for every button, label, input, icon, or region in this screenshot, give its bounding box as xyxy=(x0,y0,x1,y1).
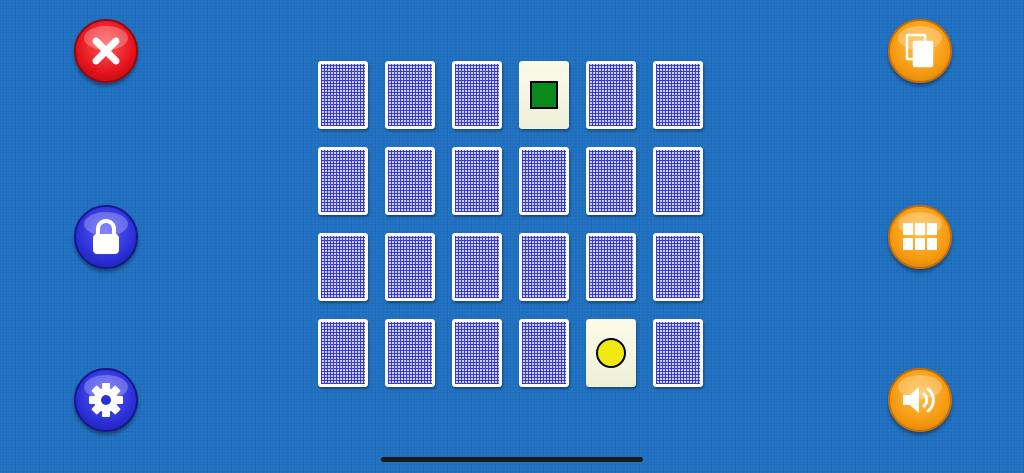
card-back-pattern xyxy=(589,150,633,212)
lock-icon xyxy=(93,219,119,254)
card-back-pattern xyxy=(321,150,365,212)
sound-button[interactable] xyxy=(888,368,952,432)
settings-button[interactable] xyxy=(74,368,138,432)
close-button[interactable] xyxy=(74,19,138,83)
card-back-pattern xyxy=(522,322,566,384)
cards-icon xyxy=(905,33,934,68)
card-face-down[interactable] xyxy=(653,147,703,215)
card-face-down[interactable] xyxy=(519,147,569,215)
card-face-down[interactable] xyxy=(318,233,368,301)
card-face-down[interactable] xyxy=(653,233,703,301)
card-face-down[interactable] xyxy=(385,61,435,129)
card-face-down[interactable] xyxy=(452,61,502,129)
card-face-down[interactable] xyxy=(385,147,435,215)
card-back-pattern xyxy=(388,236,432,298)
card-back-pattern xyxy=(321,64,365,126)
card-face-down[interactable] xyxy=(318,319,368,387)
card-back-pattern xyxy=(455,236,499,298)
card-back-pattern xyxy=(656,150,700,212)
card-face-down[interactable] xyxy=(653,319,703,387)
yellow-circle-icon xyxy=(596,338,626,368)
card-back-pattern xyxy=(589,236,633,298)
speaker-icon xyxy=(903,387,935,413)
green-square-icon xyxy=(530,81,558,109)
card-face-down[interactable] xyxy=(452,319,502,387)
card-back-pattern xyxy=(522,236,566,298)
card-face-down[interactable] xyxy=(586,61,636,129)
card-face-down[interactable] xyxy=(519,233,569,301)
grid-icon xyxy=(903,223,937,250)
card-face-down[interactable] xyxy=(586,233,636,301)
home-indicator[interactable] xyxy=(381,457,643,462)
gear-icon xyxy=(89,383,123,417)
lock-button[interactable] xyxy=(74,205,138,269)
card-back-pattern xyxy=(455,322,499,384)
card-face-down[interactable] xyxy=(318,147,368,215)
card-back-pattern xyxy=(388,322,432,384)
card-face-up[interactable] xyxy=(519,61,569,129)
card-back-pattern xyxy=(455,64,499,126)
card-back-pattern xyxy=(656,322,700,384)
cards-button[interactable] xyxy=(888,19,952,83)
card-back-pattern xyxy=(321,236,365,298)
card-face-up[interactable] xyxy=(586,319,636,387)
card-face-down[interactable] xyxy=(318,61,368,129)
card-grid xyxy=(318,61,703,387)
card-face-down[interactable] xyxy=(653,61,703,129)
card-back-pattern xyxy=(522,150,566,212)
card-face-down[interactable] xyxy=(452,233,502,301)
card-back-pattern xyxy=(656,236,700,298)
card-face-down[interactable] xyxy=(519,319,569,387)
card-face-down[interactable] xyxy=(385,233,435,301)
card-back-pattern xyxy=(388,64,432,126)
card-face-down[interactable] xyxy=(452,147,502,215)
card-back-pattern xyxy=(455,150,499,212)
card-face-down[interactable] xyxy=(586,147,636,215)
card-back-pattern xyxy=(321,322,365,384)
close-icon xyxy=(92,37,120,65)
card-back-pattern xyxy=(656,64,700,126)
card-back-pattern xyxy=(589,64,633,126)
card-face-down[interactable] xyxy=(385,319,435,387)
grid-button[interactable] xyxy=(888,205,952,269)
card-back-pattern xyxy=(388,150,432,212)
